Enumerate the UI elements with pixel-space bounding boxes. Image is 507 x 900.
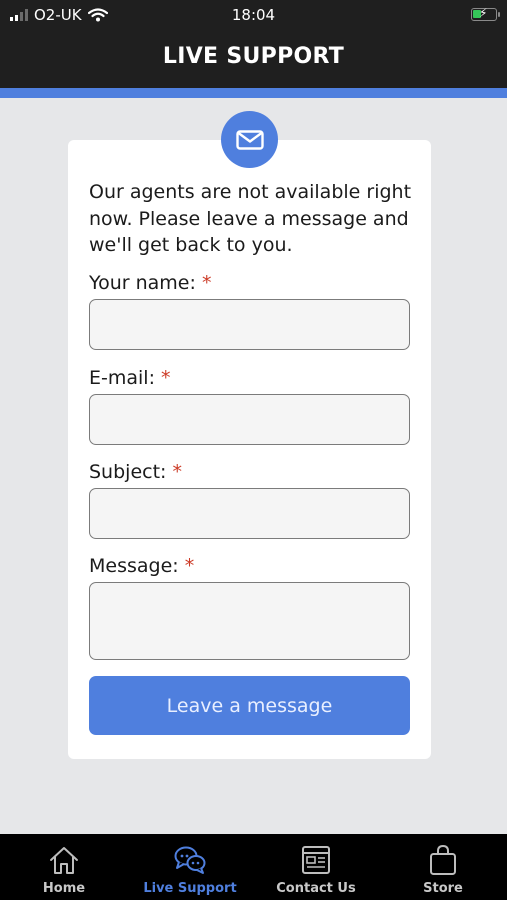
- shopping-bag-icon: [428, 844, 458, 876]
- required-marker: *: [184, 555, 195, 577]
- tab-live-support[interactable]: Live Support: [127, 834, 253, 900]
- header-accent-bar: [0, 88, 507, 98]
- chat-bubbles-icon: [173, 844, 207, 876]
- battery-icon: ⚡: [471, 6, 500, 21]
- name-label: Your name: *: [89, 272, 212, 294]
- envelope-icon: [221, 111, 278, 168]
- page-title: LIVE SUPPORT: [162, 44, 345, 69]
- tab-home-label: Home: [42, 881, 86, 896]
- required-marker: *: [201, 272, 212, 294]
- subject-label: Subject: *: [89, 461, 182, 483]
- tab-store[interactable]: Store: [380, 834, 506, 900]
- app-header: O2-UK 18:04 ⚡ LIVE SUPPORT: [0, 0, 507, 88]
- message-label: Message: *: [89, 555, 195, 577]
- message-field[interactable]: [89, 582, 410, 660]
- home-icon: [48, 844, 80, 876]
- required-marker: *: [161, 367, 171, 389]
- status-time: 18:04: [231, 6, 276, 24]
- newspaper-icon: [300, 844, 332, 876]
- status-bar: O2-UK 18:04 ⚡: [0, 0, 507, 30]
- tab-store-label: Store: [423, 881, 463, 896]
- required-marker: *: [172, 461, 182, 483]
- name-field[interactable]: [89, 299, 410, 350]
- leave-message-button[interactable]: Leave a message: [89, 676, 410, 735]
- email-field[interactable]: [89, 394, 410, 445]
- bottom-tab-bar: Home Live Support Contact Us Store: [0, 834, 507, 900]
- tab-home[interactable]: Home: [1, 834, 127, 900]
- tab-contact-us-label: Contact Us: [276, 881, 356, 896]
- email-label: E-mail: *: [89, 367, 171, 389]
- subject-field[interactable]: [89, 488, 410, 539]
- tab-contact-us[interactable]: Contact Us: [253, 834, 379, 900]
- tab-live-support-label: Live Support: [143, 881, 237, 896]
- unavailable-notice: Our agents are not available right now. …: [89, 181, 412, 256]
